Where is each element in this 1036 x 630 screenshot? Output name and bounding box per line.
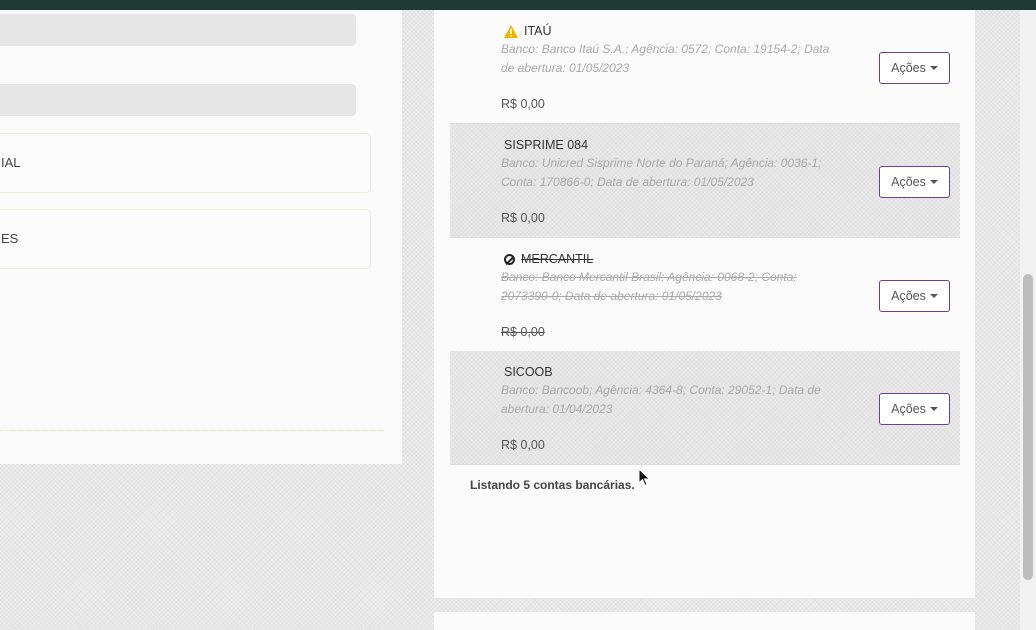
caret-down-icon: [929, 180, 938, 184]
warning-icon: [504, 24, 518, 38]
account-name: ITAÚ: [524, 24, 552, 38]
account-balance: R$ 0,00: [501, 97, 545, 111]
account-item-sicoob: SICOOB Banco: Bancoob; Agência: 4364-8; …: [450, 351, 960, 465]
account-actions-label: Ações: [891, 289, 926, 303]
account-item-mercantil: MERCANTIL Banco: Banco Mercantil Brasil;…: [450, 238, 960, 352]
account-balance: R$ 0,00: [501, 438, 545, 452]
account-actions-label: Ações: [891, 402, 926, 416]
account-actions-button[interactable]: Ações: [879, 52, 950, 84]
caret-down-icon: [929, 294, 938, 298]
account-title: ITAÚ: [504, 24, 552, 38]
account-balance: R$ 0,00: [501, 211, 545, 225]
top-bar: [0, 0, 1036, 10]
divider: [0, 430, 384, 431]
account-actions-label: Ações: [891, 175, 926, 189]
option-card-label: ES: [1, 231, 19, 246]
account-actions-button[interactable]: Ações: [879, 393, 950, 425]
account-description: Banco: Banco Mercantil Brasil; Agência: …: [501, 270, 797, 303]
account-actions-button[interactable]: Ações: [879, 280, 950, 312]
listing-count: Listando 5 contas bancárias.: [470, 478, 635, 492]
scrollbar-thumb[interactable]: [1023, 274, 1033, 580]
account-title: SICOOB: [504, 365, 553, 379]
account-title: MERCANTIL: [504, 252, 593, 266]
account-title: SISPRIME 084: [504, 138, 588, 152]
ban-icon: [504, 253, 515, 265]
account-actions-label: Ações: [891, 61, 926, 75]
account-name: SISPRIME 084: [504, 138, 589, 152]
account-actions-button[interactable]: Ações: [879, 166, 950, 198]
account-description: Banco: Bancoob; Agência: 4364-8; Conta: …: [501, 383, 821, 416]
placeholder-bar: [0, 84, 356, 116]
account-item-sisprime: SISPRIME 084 Banco: Unicred Sisprime Nor…: [450, 124, 960, 238]
account-name: SICOOB: [504, 365, 553, 379]
left-panel: IAL ES: [0, 10, 402, 464]
option-card[interactable]: ES: [0, 209, 371, 269]
panel-footer: [434, 612, 975, 630]
scrollbar[interactable]: [1020, 10, 1036, 630]
placeholder-bar: [0, 14, 356, 46]
account-balance: R$ 0,00: [501, 325, 545, 339]
account-description: Banco: Unicred Sisprime Norte do Paraná;…: [501, 156, 822, 189]
option-card[interactable]: IAL: [0, 133, 371, 193]
caret-down-icon: [929, 66, 938, 70]
caret-down-icon: [929, 407, 938, 411]
account-description: Banco: Banco Itaú S.A.; Agência: 0572; C…: [501, 42, 830, 75]
bank-accounts-panel: ITAÚ Banco: Banco Itaú S.A.; Agência: 05…: [434, 10, 975, 598]
option-card-label: IAL: [1, 155, 21, 170]
mouse-cursor-icon: [638, 468, 651, 487]
account-name: MERCANTIL: [521, 252, 594, 266]
account-item-itau: ITAÚ Banco: Banco Itaú S.A.; Agência: 05…: [450, 10, 960, 124]
